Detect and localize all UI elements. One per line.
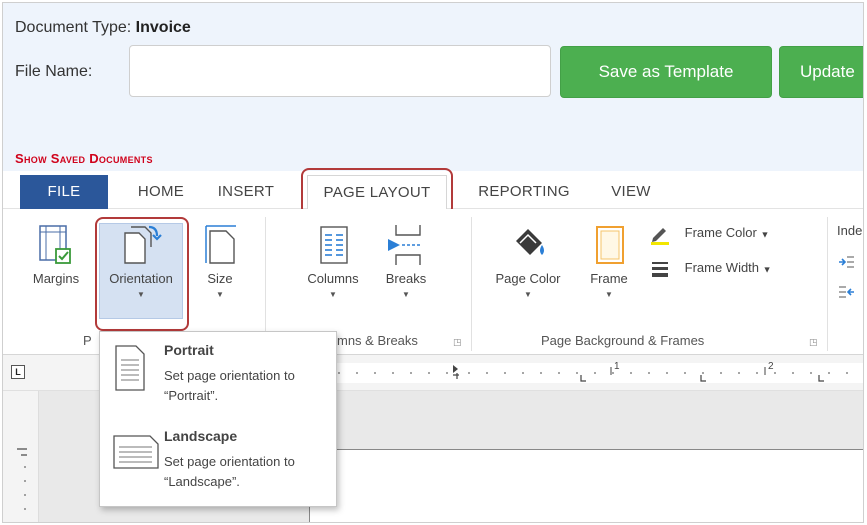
margins-button[interactable]: Margins bbox=[13, 223, 99, 286]
orientation-dropdown-icon: ▼ bbox=[137, 290, 145, 299]
margins-label: Margins bbox=[32, 271, 80, 286]
background-group-label: Page Background & Frames bbox=[541, 333, 705, 348]
update-button[interactable]: Update bbox=[779, 46, 863, 98]
ribbon-tabs: FILE HOME INSERT PAGE LAYOUT REPORTING V… bbox=[3, 175, 863, 210]
portrait-page-icon bbox=[115, 345, 145, 391]
orientation-icon bbox=[124, 225, 162, 264]
tab-home[interactable]: HOME bbox=[129, 175, 193, 209]
breaks-label: Breaks bbox=[385, 271, 427, 286]
orientation-option-portrait[interactable]: Portrait Set page orientation to “Portra… bbox=[100, 332, 338, 418]
frame-color-label: Frame Color bbox=[684, 225, 757, 241]
frame-color-dropdown-icon: ▼ bbox=[760, 229, 770, 240]
paint-bucket-icon bbox=[514, 229, 544, 261]
indent-label: Inde bbox=[837, 223, 863, 238]
increase-indent-icon[interactable] bbox=[837, 253, 855, 271]
size-dropdown-icon: ▼ bbox=[216, 290, 224, 299]
frame-dropdown-icon: ▼ bbox=[605, 290, 613, 299]
orientation-menu: Portrait Set page orientation to “Portra… bbox=[99, 331, 337, 507]
columns-breaks-group-label: mns & Breaks bbox=[337, 333, 418, 348]
pencil-icon bbox=[651, 228, 669, 245]
breaks-icon bbox=[388, 225, 421, 265]
orientation-option-landscape[interactable]: Landscape Set page orientation to “Lands… bbox=[100, 418, 338, 504]
document-type: Document Type: Invoice bbox=[15, 19, 191, 37]
frame-button[interactable]: Frame ▼ bbox=[579, 223, 639, 299]
size-icon bbox=[205, 225, 236, 264]
line-width-icon bbox=[652, 262, 668, 277]
ruler-mark-1: 1 bbox=[614, 361, 620, 372]
frame-icon bbox=[596, 226, 624, 264]
portrait-title: Portrait bbox=[164, 342, 214, 358]
document-type-label: Document Type: bbox=[15, 19, 132, 36]
frame-width-dropdown-icon: ▼ bbox=[762, 264, 772, 275]
tab-page-layout[interactable]: PAGE LAYOUT bbox=[307, 175, 447, 210]
save-as-template-button[interactable]: Save as Template bbox=[560, 46, 772, 98]
portrait-description: Set page orientation to “Portrait”. bbox=[164, 368, 295, 403]
page-color-dropdown-icon: ▼ bbox=[524, 290, 532, 299]
decrease-indent-icon[interactable] bbox=[837, 283, 855, 301]
columns-icon bbox=[320, 226, 348, 264]
group-separator bbox=[471, 217, 472, 351]
page-color-button[interactable]: Page Color ▼ bbox=[481, 223, 575, 299]
columns-label: Columns bbox=[307, 271, 359, 286]
tab-stop-selector[interactable]: L bbox=[11, 365, 25, 379]
page-color-label: Page Color bbox=[495, 271, 561, 286]
background-launcher-icon[interactable]: ◳ bbox=[809, 337, 818, 348]
tab-reporting[interactable]: REPORTING bbox=[465, 175, 583, 209]
landscape-page-icon bbox=[113, 435, 159, 469]
frame-width-button[interactable]: Frame Width ▼ bbox=[649, 259, 772, 279]
tab-view[interactable]: VIEW bbox=[601, 175, 661, 209]
columns-breaks-launcher-icon[interactable]: ◳ bbox=[453, 337, 462, 348]
size-label: Size bbox=[207, 271, 233, 286]
app-frame: Document Type: Invoice File Name: Save a… bbox=[2, 2, 864, 523]
page-setup-group-label: P bbox=[83, 333, 92, 348]
vertical-ruler[interactable] bbox=[3, 391, 39, 522]
landscape-description: Set page orientation to “Landscape”. bbox=[164, 454, 295, 489]
vertical-ruler-ticks bbox=[17, 448, 27, 510]
horizontal-ruler[interactable]: 1 2 bbox=[309, 361, 863, 383]
ruler-mark-2: 2 bbox=[768, 361, 774, 372]
breaks-button[interactable]: Breaks ▼ bbox=[373, 223, 439, 299]
document-page[interactable] bbox=[309, 449, 863, 522]
frame-label: Frame bbox=[590, 271, 628, 286]
show-saved-documents-link[interactable]: Show Saved Documents bbox=[15, 151, 153, 166]
margins-icon bbox=[39, 225, 71, 264]
file-name-label: File Name: bbox=[15, 63, 93, 80]
size-button[interactable]: Size ▼ bbox=[191, 223, 249, 299]
frame-width-label: Frame Width bbox=[684, 260, 760, 276]
orientation-label: Orientation bbox=[109, 271, 173, 286]
tab-insert[interactable]: INSERT bbox=[209, 175, 283, 209]
document-form: Document Type: Invoice File Name: Save a… bbox=[3, 3, 863, 171]
group-separator bbox=[827, 217, 828, 351]
ruler-ticks bbox=[318, 365, 848, 382]
tab-file[interactable]: FILE bbox=[20, 175, 108, 209]
columns-button[interactable]: Columns ▼ bbox=[297, 223, 369, 299]
landscape-title: Landscape bbox=[164, 428, 238, 444]
file-name-input[interactable] bbox=[129, 45, 551, 97]
document-type-value: Invoice bbox=[135, 19, 191, 36]
breaks-dropdown-icon: ▼ bbox=[402, 290, 410, 299]
frame-color-button[interactable]: Frame Color ▼ bbox=[649, 223, 769, 245]
orientation-button[interactable]: Orientation ▼ bbox=[99, 223, 183, 299]
columns-dropdown-icon: ▼ bbox=[329, 290, 337, 299]
